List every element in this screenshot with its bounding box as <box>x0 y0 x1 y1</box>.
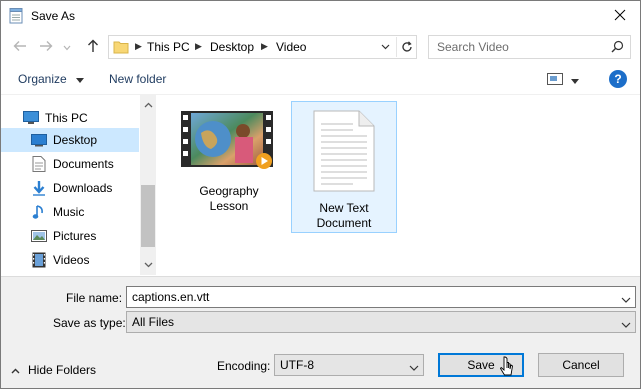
view-icon <box>547 72 563 88</box>
command-toolbar: Organize New folder ? <box>1 64 640 95</box>
sidebar-item-pictures[interactable]: Pictures <box>1 224 139 248</box>
change-view-button[interactable] <box>547 71 583 89</box>
file-name-label: File name: <box>66 291 123 305</box>
file-name-value: captions.en.vtt <box>132 290 210 304</box>
breadcrumb-separator-icon: ▶ <box>261 41 268 51</box>
organize-label: Organize <box>18 72 67 86</box>
file-name-label: Geography Lesson <box>199 184 259 213</box>
encoding-select[interactable]: UTF-8 <box>274 354 424 376</box>
breadcrumb-separator-icon: ▶ <box>195 41 202 51</box>
refresh-icon <box>401 41 412 52</box>
save-type-value: All Files <box>132 315 175 329</box>
file-item-new-text-document[interactable]: New Text Document <box>291 101 397 233</box>
save-type-label: Save as type: <box>53 316 126 330</box>
text-document-icon <box>313 110 375 195</box>
sidebar-item-label: Downloads <box>53 181 113 195</box>
sidebar-item-label: Documents <box>53 157 114 171</box>
navigation-pane-scrollbar[interactable] <box>140 95 156 275</box>
forward-button[interactable] <box>35 35 57 59</box>
chevron-down-icon <box>63 40 71 54</box>
cancel-button[interactable]: Cancel <box>538 353 624 377</box>
pictures-icon <box>31 228 47 244</box>
breadcrumb-desktop[interactable]: Desktop <box>210 40 254 54</box>
scrollbar-thumb[interactable] <box>141 185 155 247</box>
sidebar-item-label: Videos <box>53 253 90 267</box>
breadcrumb-video[interactable]: Video <box>276 40 306 54</box>
save-options-panel: File name: captions.en.vtt Save as type:… <box>1 276 640 388</box>
search-placeholder: Search Video <box>437 40 509 54</box>
back-button[interactable] <box>9 35 31 59</box>
hide-folders-button[interactable]: Hide Folders <box>11 363 96 377</box>
chevron-down-icon[interactable] <box>621 292 631 306</box>
arrow-left-icon <box>13 40 27 55</box>
save-as-dialog: Save As ▶ This PC ▶ Desktop ▶ Video Sear… <box>0 0 641 389</box>
help-button[interactable]: ? <box>609 70 627 88</box>
notepad-icon <box>9 8 23 24</box>
documents-icon <box>31 156 47 172</box>
title-bar: Save As <box>1 1 640 31</box>
chevron-up-icon <box>11 363 20 377</box>
arrow-up-icon <box>87 39 99 56</box>
music-icon <box>31 204 47 220</box>
file-name-field[interactable]: captions.en.vtt <box>126 286 636 308</box>
folder-icon <box>113 40 129 57</box>
organize-button[interactable]: Organize <box>18 72 85 86</box>
scroll-down-icon[interactable] <box>140 257 156 273</box>
search-input[interactable]: Search Video <box>428 35 631 59</box>
close-button[interactable] <box>606 3 634 29</box>
video-thumbnail-icon <box>181 109 277 178</box>
chevron-down-icon <box>621 317 631 331</box>
sidebar-item-label: Desktop <box>53 133 98 147</box>
sidebar-item-label: This PC <box>45 111 88 125</box>
up-button[interactable] <box>82 35 104 59</box>
desktop-icon <box>31 132 47 148</box>
help-icon: ? <box>614 72 622 86</box>
sidebar-item-videos[interactable]: Videos <box>1 248 139 272</box>
caret-down-icon <box>571 73 579 87</box>
recent-locations-button[interactable] <box>60 35 74 59</box>
sidebar-item-label: Music <box>53 205 85 219</box>
file-name-label: New Text Document <box>316 201 372 230</box>
mouse-pointer-icon <box>499 356 514 381</box>
downloads-icon <box>31 180 47 196</box>
file-item-geography-lesson[interactable]: Geography Lesson <box>176 101 282 233</box>
navigation-bar: ▶ This PC ▶ Desktop ▶ Video Search Video <box>1 31 640 63</box>
close-icon <box>614 9 626 24</box>
address-dropdown-button[interactable] <box>377 39 393 55</box>
encoding-label: Encoding: <box>217 359 271 373</box>
scroll-up-icon[interactable] <box>140 97 156 113</box>
window-title: Save As <box>31 9 76 23</box>
navigation-pane: This PC Desktop Documents Downloads Musi… <box>1 95 156 275</box>
sidebar-item-desktop[interactable]: Desktop <box>1 128 139 152</box>
computer-icon <box>23 110 39 126</box>
new-folder-button[interactable]: New folder <box>109 72 166 86</box>
breadcrumb-separator-icon: ▶ <box>135 41 142 51</box>
sidebar-item-documents[interactable]: Documents <box>1 152 139 176</box>
chevron-down-icon <box>381 44 389 50</box>
encoding-value: UTF-8 <box>280 358 314 372</box>
sidebar-item-downloads[interactable]: Downloads <box>1 176 139 200</box>
search-icon <box>611 40 624 56</box>
address-bar[interactable]: ▶ This PC ▶ Desktop ▶ Video <box>108 35 417 59</box>
file-list: Geography Lesson New Text Document <box>157 95 640 275</box>
sidebar-item-label: Pictures <box>53 229 97 243</box>
caret-down-icon <box>76 72 85 86</box>
save-type-select[interactable]: All Files <box>126 311 636 333</box>
sidebar-item-this-pc[interactable]: This PC <box>1 106 139 130</box>
hide-folders-label: Hide Folders <box>28 363 97 377</box>
videos-icon <box>31 252 47 268</box>
sidebar-item-music[interactable]: Music <box>1 200 139 224</box>
chevron-down-icon <box>409 360 419 374</box>
refresh-button[interactable] <box>396 37 416 57</box>
breadcrumb-this-pc[interactable]: This PC <box>147 40 190 54</box>
arrow-right-icon <box>39 40 53 55</box>
